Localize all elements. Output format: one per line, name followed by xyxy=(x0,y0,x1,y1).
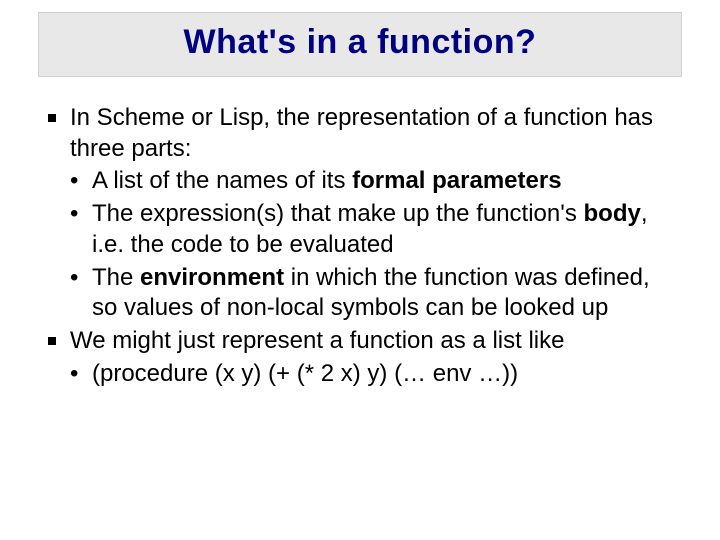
bullet-1a-bold: formal parameters xyxy=(352,167,561,194)
slide-content: In Scheme or Lisp, the representation of… xyxy=(30,103,690,389)
slide-title: What's in a function? xyxy=(59,23,661,62)
title-bar: What's in a function? xyxy=(38,12,682,77)
bullet-1c-bold: environment xyxy=(140,264,284,291)
bullet-1b: The expression(s) that make up the funct… xyxy=(48,199,676,260)
bullet-2-text: We might just represent a function as a … xyxy=(70,327,564,354)
bullet-1c: The environment in which the function wa… xyxy=(48,263,676,324)
bullet-1-text: In Scheme or Lisp, the representation of… xyxy=(70,104,653,162)
bullet-2: We might just represent a function as a … xyxy=(48,326,676,357)
bullet-2a-text: (procedure (x y) (+ (* 2 x) y) (… env …)… xyxy=(92,360,518,387)
bullet-1a-pre: A list of the names of its xyxy=(92,167,352,194)
bullet-1b-bold: body xyxy=(584,200,641,227)
slide: What's in a function? In Scheme or Lisp,… xyxy=(0,0,720,540)
bullet-1: In Scheme or Lisp, the representation of… xyxy=(48,103,676,164)
bullet-2a: (procedure (x y) (+ (* 2 x) y) (… env …)… xyxy=(48,359,676,390)
bullet-1a: A list of the names of its formal parame… xyxy=(48,166,676,197)
bullet-1c-pre: The xyxy=(92,264,140,291)
bullet-1b-pre: The expression(s) that make up the funct… xyxy=(92,200,584,227)
